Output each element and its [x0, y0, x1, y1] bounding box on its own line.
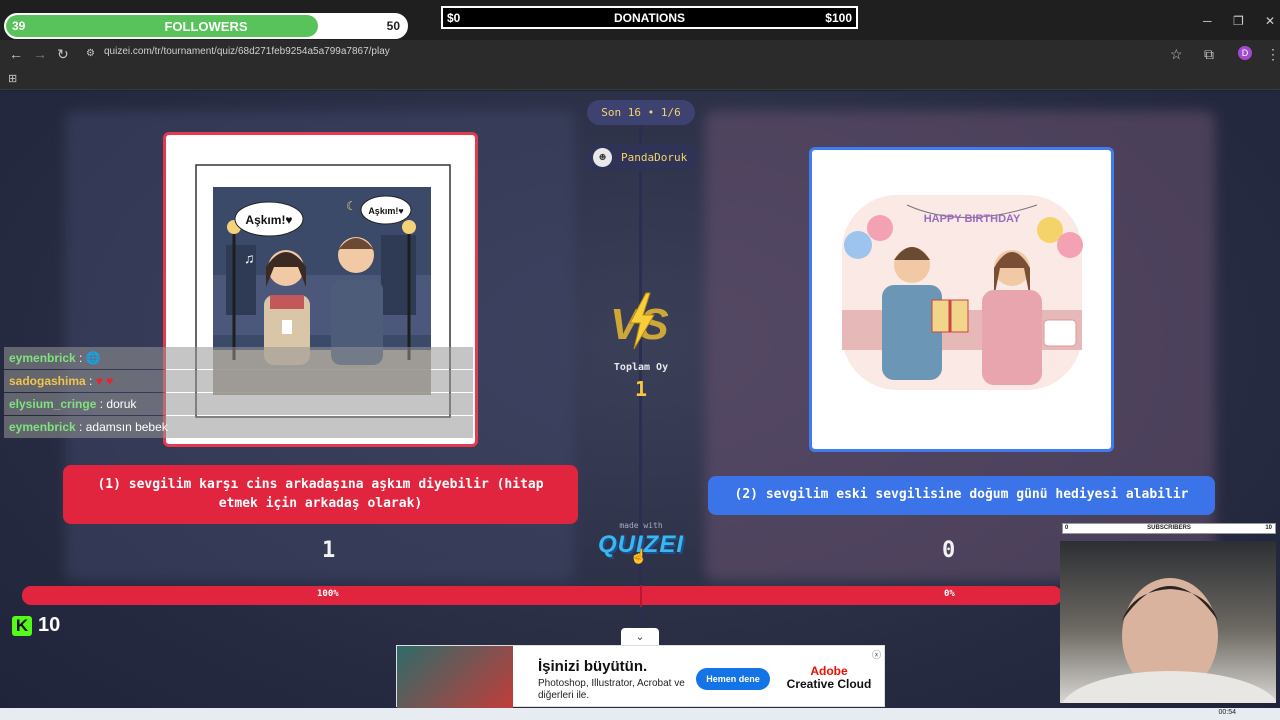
subscribers-max: 10 [1265, 525, 1272, 531]
username: PandaDoruk [621, 151, 688, 164]
url-field[interactable]: quizei.com/tr/tournament/quiz/68d271feb9… [104, 46, 390, 57]
minimize-icon[interactable]: ─ [1203, 14, 1212, 28]
svg-text:♫: ♫ [244, 250, 255, 266]
profile-avatar[interactable]: D [1238, 46, 1252, 60]
vs-lightning-icon: VS [610, 292, 669, 350]
apps-grid-icon[interactable]: ⊞ [8, 71, 17, 87]
donations-goal-bar: $0 DONATIONS $100 [441, 6, 858, 29]
followers-goal-bar: 39 FOLLOWERS 50 [4, 13, 408, 39]
option-right-votes: 0 [942, 538, 956, 563]
chat-username: eymenbrick [9, 351, 76, 365]
ad-brand-product: Creative Cloud [786, 677, 872, 691]
option-right-percent: 0% [944, 589, 955, 599]
total-votes-label: Toplam Oy [613, 362, 669, 373]
close-window-icon[interactable]: ✕ [1265, 14, 1275, 28]
restore-icon[interactable]: ❐ [1233, 14, 1244, 28]
extensions-icon[interactable]: ⧉ [1204, 46, 1214, 62]
chat-text: ♥ ♥ [95, 374, 114, 388]
menu-icon[interactable]: ⋮ [1266, 46, 1280, 62]
chat-username: sadogashima [9, 374, 86, 388]
kick-count: 10 [38, 614, 61, 636]
result-bar-divider [640, 585, 642, 607]
chat-text: doruk [106, 397, 137, 411]
ad-cta-button[interactable]: Hemen dene [696, 668, 770, 690]
option-left-question[interactable]: (1) sevgilim karşı cins arkadaşına aşkım… [63, 465, 578, 524]
bookmark-star-icon[interactable]: ☆ [1170, 46, 1183, 62]
site-info-icon[interactable]: ⚙ [86, 46, 95, 62]
total-votes-value: 1 [634, 377, 648, 401]
chat-message: eymenbrick : adamsın bebek [4, 416, 473, 438]
kick-viewer-count: K 10 [12, 614, 60, 637]
hand-cursor-icon: ☝ [630, 548, 648, 564]
chat-message: eymenbrick : 🌐 [4, 347, 473, 369]
subscribers-label: SUBSCRIBERS [1147, 525, 1191, 531]
ad-close-icon[interactable]: ⓧ [872, 648, 881, 661]
svg-text:☾: ☾ [346, 199, 357, 213]
reload-icon[interactable]: ↻ [57, 46, 69, 62]
webcam-feed [1060, 541, 1276, 703]
ad-subtitle: Photoshop, Illustrator, Acrobat ve diğer… [538, 678, 685, 701]
option-left-votes: 1 [322, 538, 336, 563]
round-indicator: Son 16 • 1/6 [587, 100, 695, 125]
option-card-right[interactable]: HAPPY BIRTHDAY [809, 147, 1114, 452]
followers-goal: 50 [386, 19, 400, 33]
speech-bubble-left: Aşkım!♥ [245, 213, 292, 227]
adobe-ad-banner[interactable]: İşinizi büyütün. Photoshop, Illustrator,… [396, 645, 885, 708]
chat-username: eymenbrick [9, 420, 76, 434]
chat-text: adamsın bebek [85, 420, 168, 434]
chevron-down-icon[interactable]: ⌄ [621, 628, 659, 646]
ad-image[interactable] [397, 646, 513, 708]
kick-logo-icon: K [12, 616, 32, 636]
vote-result-bar: 100% 0% [22, 586, 1062, 605]
panda-avatar-icon: ☻ [593, 148, 612, 167]
address-bar: ← → ↻ ⚙ quizei.com/tr/tournament/quiz/68… [0, 40, 1280, 68]
option-left-percent: 100% [317, 589, 339, 599]
forward-icon[interactable]: → [33, 46, 47, 62]
donations-label: DONATIONS [613, 11, 686, 25]
donations-max: $100 [825, 11, 852, 25]
chat-message: elysium_cringe : doruk [4, 393, 473, 415]
chat-text: 🌐 [85, 351, 101, 365]
birthday-illustration: HAPPY BIRTHDAY [842, 195, 1083, 390]
ad-brand-adobe: Adobe [810, 664, 848, 678]
ad-title: İşinizi büyütün. [538, 658, 648, 675]
os-taskbar: 00:54 [0, 708, 1280, 720]
made-with-label: made with [619, 521, 663, 530]
birthday-banner: HAPPY BIRTHDAY [924, 213, 1021, 225]
back-icon[interactable]: ← [9, 46, 23, 62]
option-right-question[interactable]: (2) sevgilim eski sevgilisine doğum günü… [708, 476, 1215, 515]
bookmarks-bar: ⊞ [0, 68, 1280, 90]
speech-bubble-right: Aşkım!♥ [368, 206, 403, 216]
taskbar-clock: 00:54 [1218, 709, 1236, 716]
subscribers-goal-bar: 0 SUBSCRIBERS 10 [1062, 523, 1276, 534]
chat-message: sadogashima : ♥ ♥ [4, 370, 473, 392]
chat-username: elysium_cringe [9, 397, 97, 411]
user-badge[interactable]: ☻ PandaDoruk [585, 144, 698, 171]
followers-label: FOLLOWERS [164, 19, 248, 34]
